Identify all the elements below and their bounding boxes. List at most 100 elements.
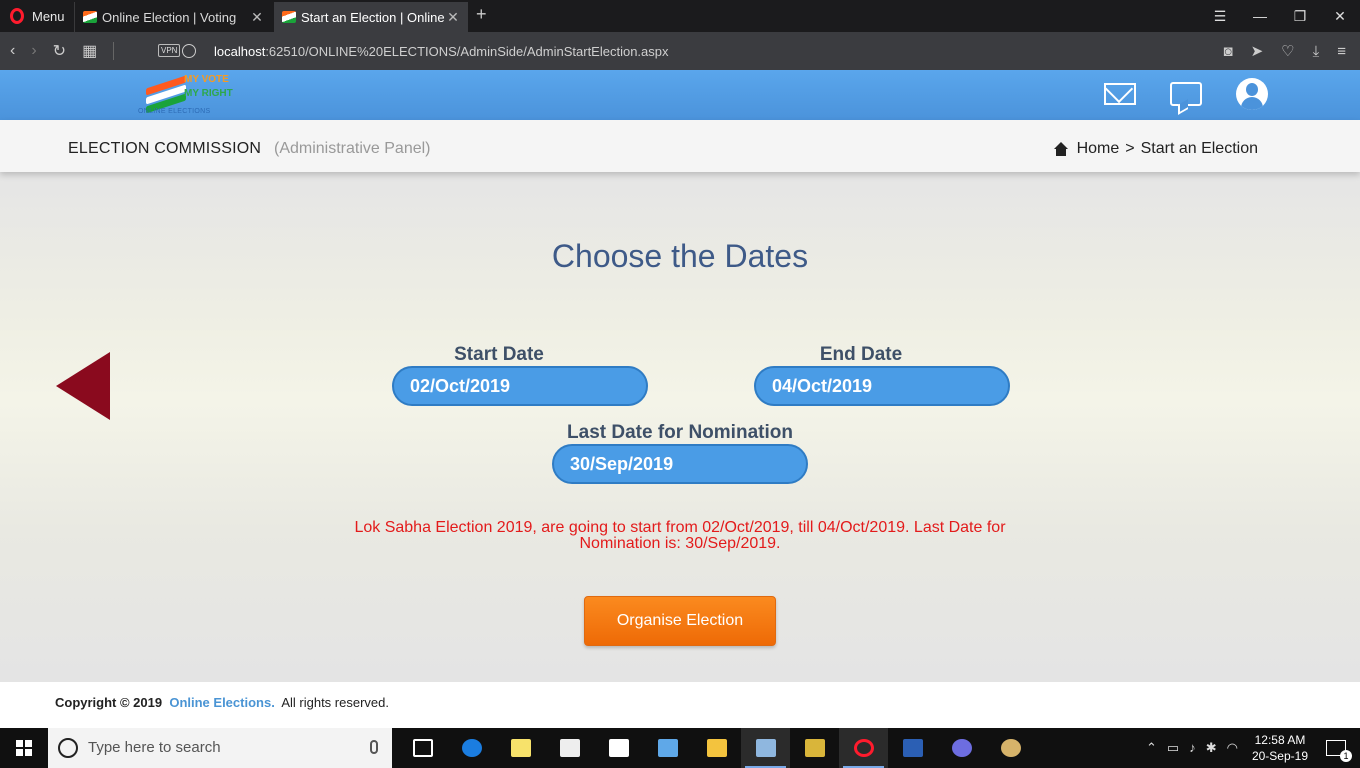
reload-icon[interactable]: ↻ bbox=[53, 41, 66, 61]
page-title: ELECTION COMMISSION bbox=[68, 140, 262, 157]
taskbar-apps bbox=[398, 728, 1035, 768]
breadcrumb-home-link[interactable]: Home bbox=[1077, 140, 1120, 158]
snapshot-icon[interactable]: ◙ bbox=[1224, 43, 1233, 60]
url-host: localhost bbox=[214, 43, 266, 59]
easy-setup-icon[interactable]: ≡ bbox=[1337, 43, 1346, 60]
store-icon[interactable] bbox=[545, 728, 594, 768]
mail-app-icon[interactable] bbox=[594, 728, 643, 768]
chevron-up-icon[interactable]: ⌃ bbox=[1146, 740, 1157, 756]
copyright-suffix: All rights reserved. bbox=[281, 695, 389, 710]
chat-icon[interactable] bbox=[1170, 82, 1202, 106]
end-date-input[interactable]: 04/Oct/2019 bbox=[754, 366, 1010, 406]
file-explorer-icon[interactable] bbox=[692, 728, 741, 768]
web-page: MY VOTE MY RIGHT ONLINE ELECTIONS ELECTI… bbox=[0, 70, 1360, 728]
nomination-date-input[interactable]: 30/Sep/2019 bbox=[552, 444, 808, 484]
tab-start-an-election[interactable]: Start an Election | Online El ✕ bbox=[274, 2, 468, 32]
forward-icon[interactable]: › bbox=[31, 42, 36, 60]
breadcrumb-current: Start an Election bbox=[1140, 140, 1258, 157]
vpn-badge-icon[interactable]: VPN bbox=[158, 44, 181, 57]
new-tab-button[interactable]: + bbox=[476, 4, 487, 25]
start-date-input[interactable]: 02/Oct/2019 bbox=[392, 366, 648, 406]
notification-count-badge: 1 bbox=[1340, 750, 1352, 762]
footer-brand-link[interactable]: Online Elections. bbox=[169, 695, 274, 710]
site-footer: Copyright © 2019 Online Elections. All r… bbox=[0, 682, 1360, 728]
back-icon[interactable]: ‹ bbox=[10, 42, 15, 60]
close-tab-icon[interactable]: ✕ bbox=[250, 9, 264, 26]
section-heading: Choose the Dates bbox=[551, 238, 809, 274]
main-content: Choose the Dates Start Date 02/Oct/2019 … bbox=[0, 172, 1360, 682]
url-field[interactable]: localhost:62510/ONLINE%20ELECTIONS/Admin… bbox=[214, 32, 669, 70]
minimize-icon[interactable]: — bbox=[1240, 0, 1280, 32]
window-controls: ☰ — ❐ ✕ bbox=[1200, 0, 1360, 32]
close-tab-icon[interactable]: ✕ bbox=[446, 9, 460, 26]
clock-date: 20-Sep-19 bbox=[1251, 749, 1308, 763]
system-tray: ⌃ ▭ ♪ ✱ ◠ 12:58 AM 20-Sep-19 1 bbox=[1146, 728, 1360, 768]
download-icon[interactable]: ⤓ bbox=[1313, 43, 1320, 60]
message-line-1: Lok Sabha Election 2019, are going to st… bbox=[354, 519, 1006, 536]
address-bar-actions: ◙ ➤ ♡ ⤓ ≡ bbox=[1224, 32, 1347, 70]
close-window-icon[interactable]: ✕ bbox=[1320, 0, 1360, 32]
end-date-label: End Date bbox=[819, 344, 903, 365]
word-icon[interactable] bbox=[888, 728, 937, 768]
paint-icon[interactable] bbox=[986, 728, 1035, 768]
task-view-icon[interactable] bbox=[398, 728, 447, 768]
search-placeholder: Type here to search bbox=[88, 739, 221, 756]
tab-title: Start an Election | Online El bbox=[301, 9, 446, 25]
browser-menu-button[interactable]: Menu bbox=[0, 0, 65, 32]
taskbar-search-input[interactable]: Type here to search bbox=[48, 728, 392, 768]
mail-icon[interactable] bbox=[1104, 83, 1136, 105]
battery-icon[interactable]: ▭ bbox=[1167, 740, 1179, 756]
tab-menu-icon[interactable]: ☰ bbox=[1200, 0, 1240, 32]
windows-start-icon[interactable] bbox=[16, 740, 32, 756]
browser-menu-label: Menu bbox=[32, 8, 65, 24]
opera-logo-icon bbox=[10, 8, 24, 24]
infinity-app-icon[interactable] bbox=[937, 728, 986, 768]
nomination-date-label: Last Date for Nomination bbox=[567, 422, 793, 443]
logo-text-online-elections: ONLINE ELECTIONS bbox=[138, 108, 211, 115]
copyright-prefix: Copyright © 2019 bbox=[55, 695, 163, 710]
copyright-text: Copyright © 2019 Online Elections. All r… bbox=[55, 682, 389, 724]
message-line-2: Nomination is: 30/Sep/2019. bbox=[579, 535, 781, 552]
windows-taskbar: Type here to search ⌃ ▭ ♪ ✱ ◠ 12:58 AM 2… bbox=[0, 728, 1360, 768]
back-arrow-icon[interactable] bbox=[56, 352, 110, 420]
tab-online-election-voting[interactable]: Online Election | Voting ✕ bbox=[74, 2, 272, 32]
edge-icon[interactable] bbox=[447, 728, 496, 768]
header-icons bbox=[1104, 78, 1268, 110]
url-path: :62510/ONLINE%20ELECTIONS/AdminSide/Admi… bbox=[265, 43, 669, 59]
user-avatar-icon[interactable] bbox=[1236, 78, 1268, 110]
globe-icon bbox=[182, 44, 196, 58]
taskbar-clock[interactable]: 12:58 AM 20-Sep-19 bbox=[1252, 732, 1308, 764]
favicon-flag-icon bbox=[282, 11, 296, 23]
tab-title: Online Election | Voting bbox=[102, 9, 237, 25]
sub-header: ELECTION COMMISSION (Administrative Pane… bbox=[0, 120, 1360, 172]
logo-text-my-vote: MY VOTE bbox=[184, 74, 229, 85]
maximize-icon[interactable]: ❐ bbox=[1280, 0, 1320, 32]
send-icon[interactable]: ➤ bbox=[1251, 42, 1264, 60]
home-icon bbox=[1053, 142, 1069, 156]
devices-icon[interactable] bbox=[643, 728, 692, 768]
cortana-icon bbox=[58, 738, 78, 758]
breadcrumb: Home > Start an Election bbox=[1053, 120, 1258, 172]
address-bar: ‹ › ↻ ▦ VPN localhost:62510/ONLINE%20ELE… bbox=[0, 32, 1360, 70]
visual-studio-icon[interactable] bbox=[790, 728, 839, 768]
wifi-icon[interactable]: ◠ bbox=[1227, 740, 1238, 756]
election-summary-message: Lok Sabha Election 2019, are going to st… bbox=[340, 520, 1020, 552]
remote-desktop-icon[interactable] bbox=[741, 728, 790, 768]
notification-center-icon[interactable]: 1 bbox=[1326, 740, 1352, 762]
heart-icon[interactable]: ♡ bbox=[1281, 42, 1294, 60]
sticky-notes-icon[interactable] bbox=[496, 728, 545, 768]
bluetooth-icon[interactable]: ✱ bbox=[1206, 740, 1217, 756]
navigation-buttons: ‹ › ↻ ▦ bbox=[10, 32, 115, 70]
microphone-icon[interactable] bbox=[370, 740, 378, 754]
organise-election-button[interactable]: Organise Election bbox=[584, 596, 776, 646]
browser-tab-bar: Menu Online Election | Voting ✕ Start an… bbox=[0, 0, 1360, 32]
start-date-label: Start Date bbox=[454, 344, 544, 365]
breadcrumb-separator: > bbox=[1125, 140, 1135, 157]
page-subtitle: (Administrative Panel) bbox=[274, 140, 431, 157]
site-header: MY VOTE MY RIGHT ONLINE ELECTIONS bbox=[0, 70, 1360, 120]
volume-icon[interactable]: ♪ bbox=[1189, 740, 1196, 756]
opera-taskbar-icon[interactable] bbox=[839, 728, 888, 768]
site-logo[interactable]: MY VOTE MY RIGHT ONLINE ELECTIONS bbox=[138, 72, 248, 118]
clock-time: 12:58 AM bbox=[1254, 733, 1306, 747]
speed-dial-icon[interactable]: ▦ bbox=[82, 41, 97, 61]
